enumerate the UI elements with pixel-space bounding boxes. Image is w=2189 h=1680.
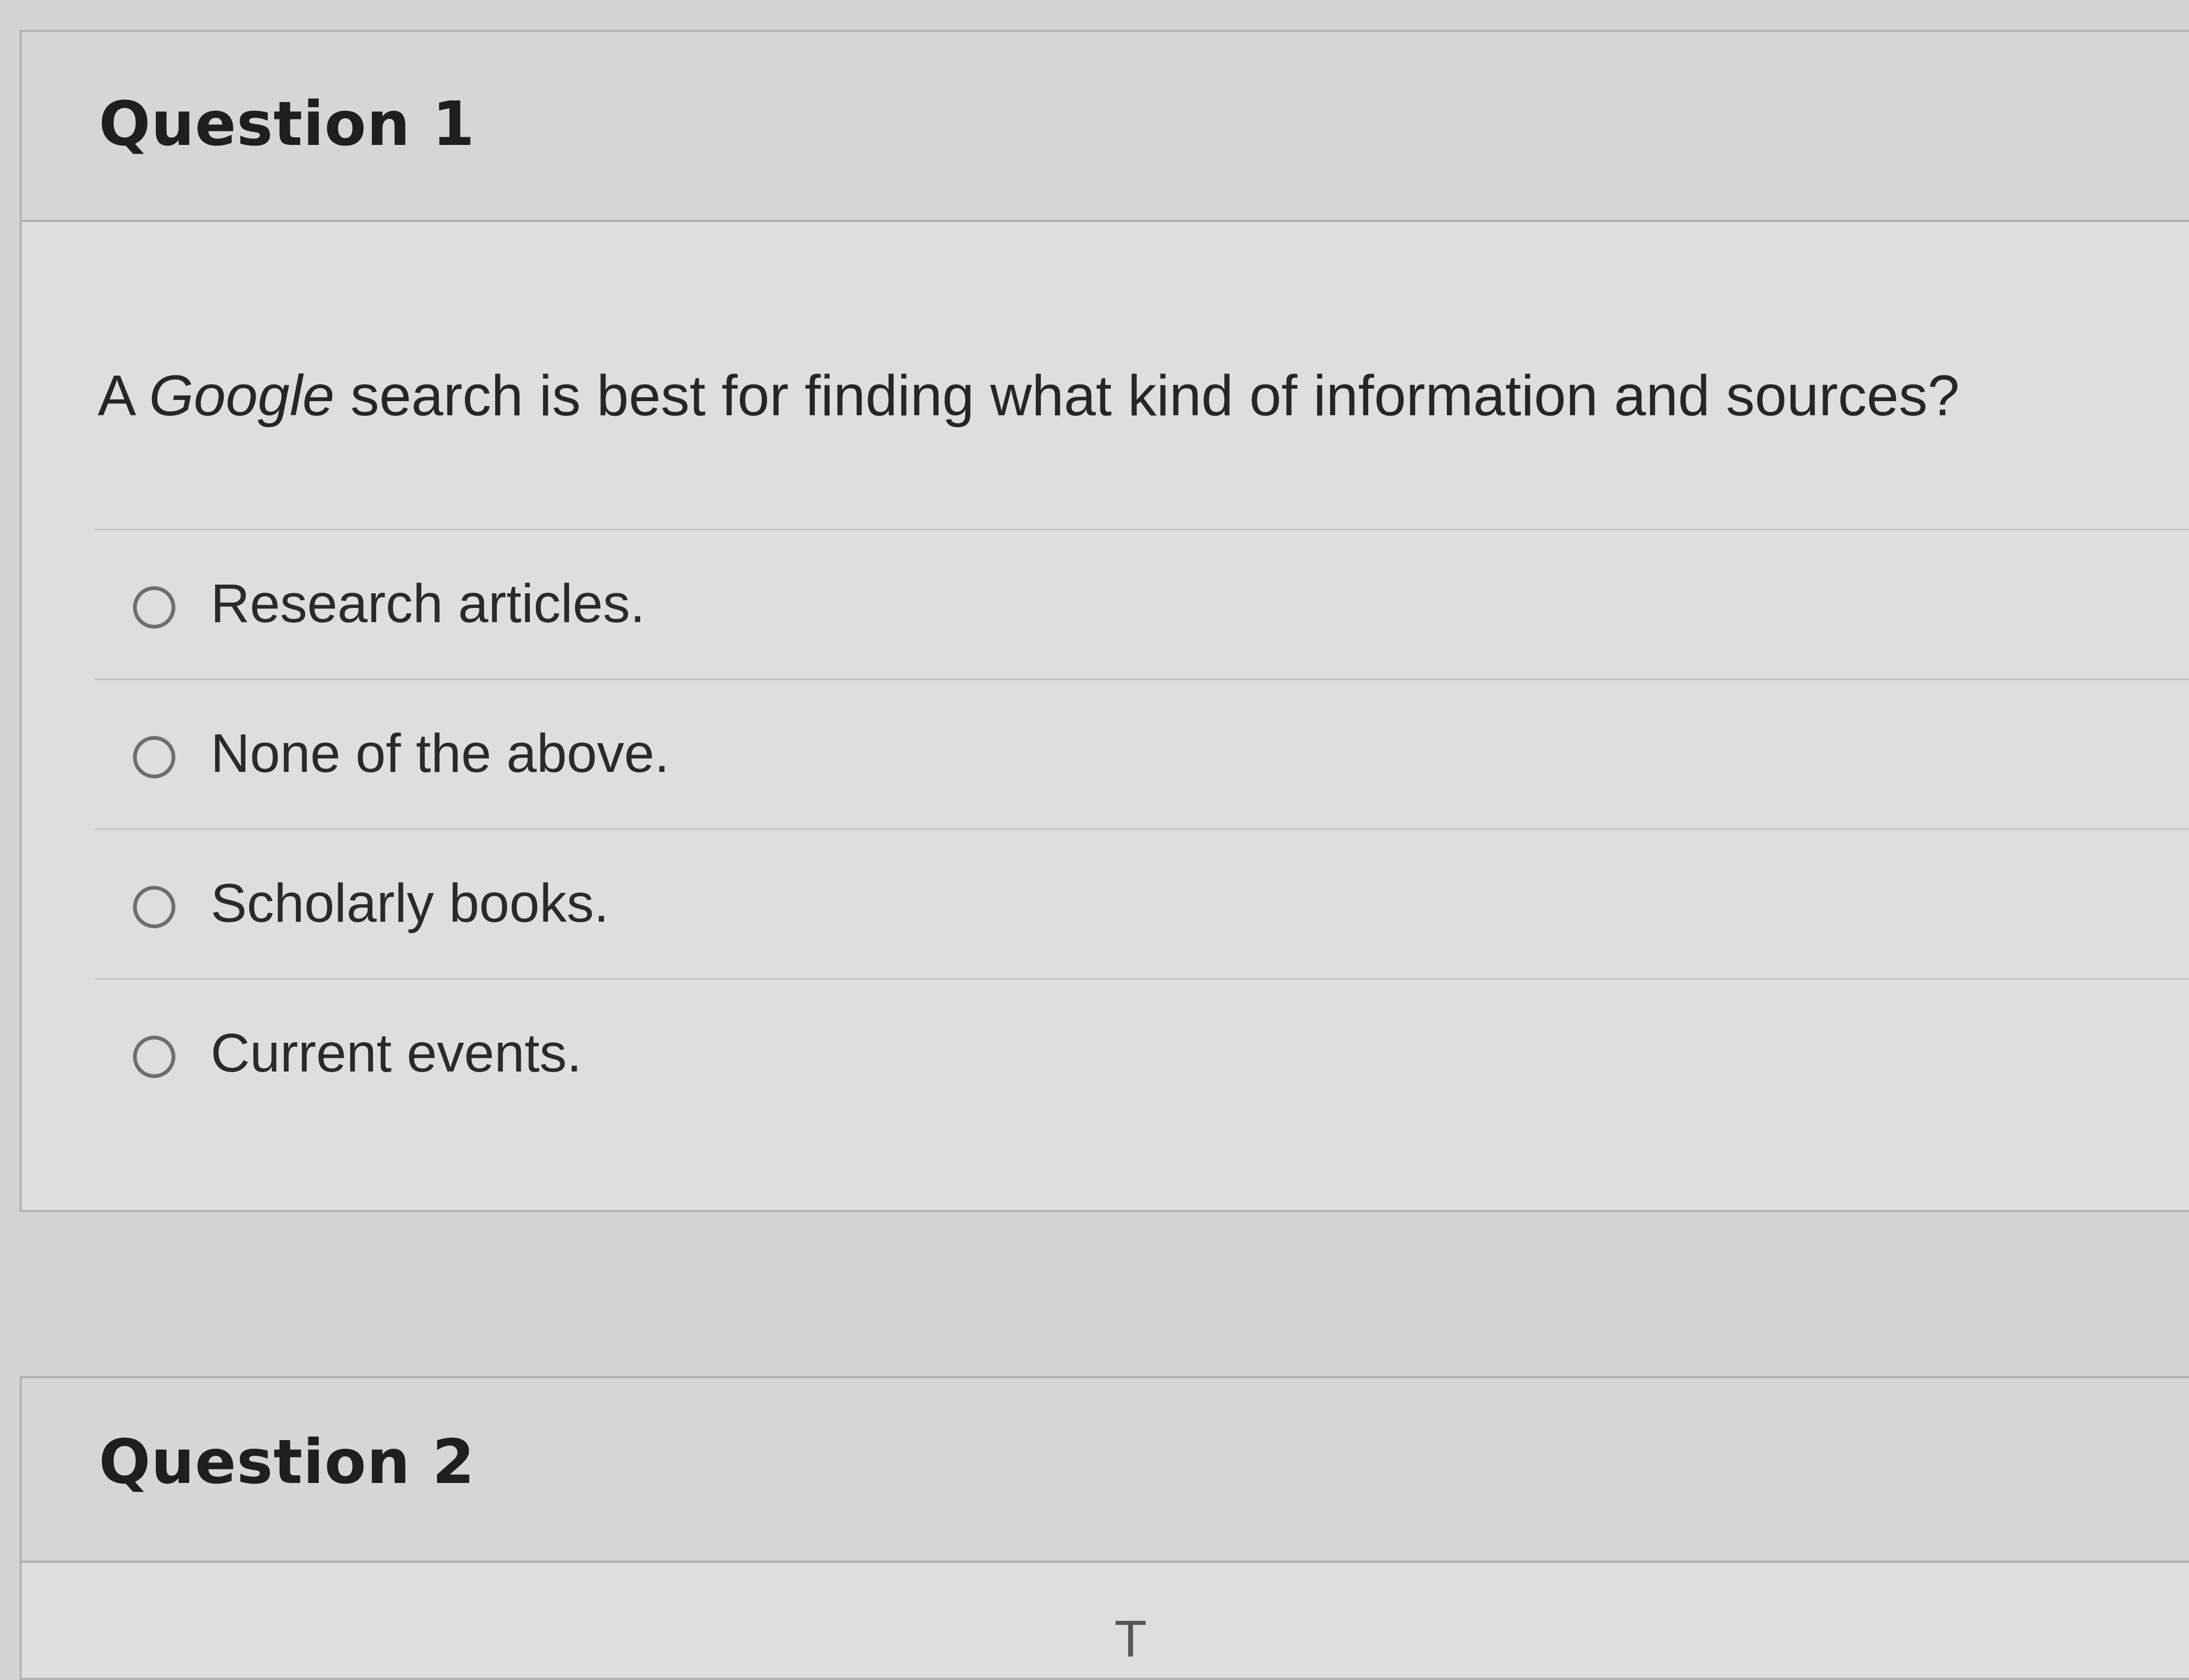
question-1-card: Question 1 A Google search is best for f… [20, 30, 2189, 1212]
answer-option[interactable]: None of the above. [95, 679, 2189, 828]
question-1-title: Question 1 [99, 89, 476, 160]
question-2-card: Question 2 T [20, 1376, 2189, 1680]
answer-option[interactable]: Current events. [95, 978, 2189, 1128]
question-2-title: Question 2 [99, 1427, 476, 1498]
answer-label[interactable]: Current events. [211, 1022, 582, 1085]
question-1-header: Question 1 [22, 32, 2189, 222]
question-2-header: Question 2 [22, 1378, 2189, 1563]
radio-button[interactable] [133, 886, 175, 928]
answer-list: Research articles. None of the above. Sc… [95, 529, 2189, 1128]
prompt-text-after: search is best for finding what kind of … [334, 364, 1960, 428]
answer-option[interactable]: Research articles. [95, 529, 2189, 679]
prompt-emphasis: Google [149, 364, 335, 428]
answer-option[interactable]: Scholarly books. [95, 828, 2189, 978]
prompt-text-before: A [98, 364, 149, 428]
radio-button[interactable] [133, 1036, 175, 1078]
question-1-prompt: A Google search is best for finding what… [98, 363, 1959, 429]
radio-button[interactable] [133, 736, 175, 778]
text-cursor-icon: T [1116, 1612, 1146, 1669]
answer-label[interactable]: None of the above. [211, 722, 669, 785]
answer-label[interactable]: Research articles. [211, 573, 645, 635]
answer-label[interactable]: Scholarly books. [211, 872, 609, 935]
radio-button[interactable] [133, 586, 175, 629]
